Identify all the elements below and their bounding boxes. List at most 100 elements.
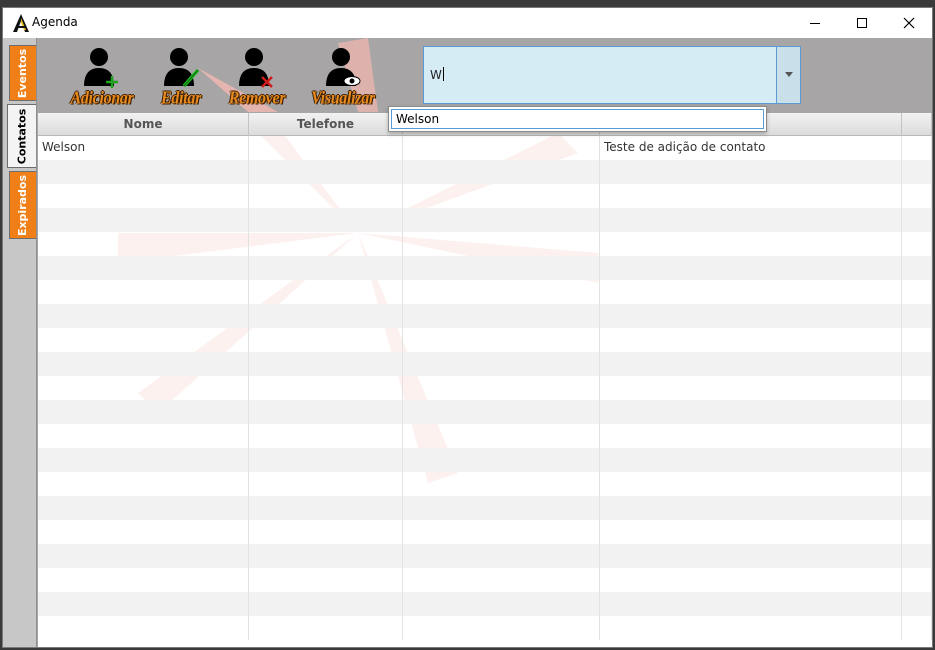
table-cell-empty <box>38 616 249 640</box>
table-cell-empty <box>38 256 249 280</box>
table-row-empty <box>38 616 932 640</box>
table-cell-empty <box>38 544 249 568</box>
table-row[interactable]: Welson Teste de adição de contato <box>38 136 932 160</box>
tab-contatos-label: Contatos <box>15 108 29 164</box>
table-cell-empty <box>38 328 249 352</box>
table-cell-empty <box>600 520 902 544</box>
table-cell-empty <box>600 160 902 184</box>
minimize-icon <box>810 23 820 24</box>
table-cell-empty <box>600 280 902 304</box>
table-cell-empty <box>38 496 249 520</box>
table-cell-empty <box>249 256 403 280</box>
add-button[interactable]: Adicionar <box>66 42 138 108</box>
table-cell-empty <box>600 592 902 616</box>
table-cell-empty <box>600 328 902 352</box>
client-area: Eventos Contatos Expirados Adicionar Edi… <box>3 38 932 647</box>
add-contact-icon <box>84 48 118 88</box>
table-cell-empty <box>902 592 932 616</box>
maximize-icon <box>857 18 867 28</box>
table-cell-empty <box>38 352 249 376</box>
table-cell-empty <box>38 184 249 208</box>
table-cell-nome: Welson <box>38 136 249 160</box>
close-icon <box>903 17 915 29</box>
table-cell-empty <box>902 352 932 376</box>
close-button[interactable] <box>886 8 932 38</box>
table-cell-empty <box>902 544 932 568</box>
table-cell-empty <box>403 328 600 352</box>
table-cell-empty <box>249 424 403 448</box>
edit-button[interactable]: Editar <box>156 42 206 108</box>
table-cell-empty <box>249 592 403 616</box>
table-cell-empty <box>403 544 600 568</box>
table-cell-empty <box>600 568 902 592</box>
table-cell-empty <box>249 496 403 520</box>
table-row-empty <box>38 592 932 616</box>
table-cell-empty <box>38 208 249 232</box>
column-header-telefone[interactable]: Telefone <box>249 113 403 136</box>
view-button[interactable]: Visualizar <box>306 42 380 108</box>
table-cell-empty <box>38 448 249 472</box>
tab-contatos[interactable]: Contatos <box>7 104 36 168</box>
chevron-down-icon <box>785 72 793 77</box>
table-row-empty <box>38 280 932 304</box>
search-combo[interactable]: W <box>423 46 801 104</box>
table-cell-empty <box>902 208 932 232</box>
table-cell-empty <box>902 472 932 496</box>
table-cell-empty <box>902 400 932 424</box>
minimize-button[interactable] <box>792 8 838 38</box>
table-cell-empty <box>600 472 902 496</box>
autocomplete-option[interactable]: Welson <box>391 109 764 129</box>
table-cell-empty <box>902 304 932 328</box>
search-input[interactable]: W <box>430 67 444 82</box>
table-cell-empty <box>249 568 403 592</box>
title-bar[interactable]: Agenda <box>3 8 932 38</box>
table-row-empty <box>38 448 932 472</box>
table-cell-empty <box>403 352 600 376</box>
table-cell-empty <box>403 160 600 184</box>
table-cell-empty <box>249 352 403 376</box>
column-header-nome[interactable]: Nome <box>38 113 249 136</box>
table-cell-empty <box>38 376 249 400</box>
table-cell-empty <box>600 544 902 568</box>
search-input-value: W <box>430 68 442 82</box>
autocomplete-dropdown: Welson <box>388 106 767 132</box>
remove-button-label: Remover <box>228 89 286 108</box>
table-cell-empty <box>902 160 932 184</box>
table-cell-empty <box>249 376 403 400</box>
table-row-empty <box>38 496 932 520</box>
table-cell-empty <box>902 376 932 400</box>
table-cell-empty <box>600 304 902 328</box>
tab-expirados[interactable]: Expirados <box>9 171 36 239</box>
table-cell-empty <box>600 256 902 280</box>
table-cell-empty <box>403 424 600 448</box>
table-cell-empty <box>902 256 932 280</box>
table-cell-empty <box>403 304 600 328</box>
table-row-empty <box>38 424 932 448</box>
table-cell-empty <box>38 424 249 448</box>
tab-eventos[interactable]: Eventos <box>9 45 36 101</box>
table-row-empty <box>38 376 932 400</box>
table-row-empty <box>38 400 932 424</box>
table-cell-empty <box>38 232 249 256</box>
maximize-button[interactable] <box>839 8 885 38</box>
table-cell-empty <box>403 280 600 304</box>
table-cell-empty <box>403 616 600 640</box>
column-header-filler <box>902 113 932 136</box>
table-cell-3 <box>403 136 600 160</box>
table-cell-empty <box>38 400 249 424</box>
tab-expirados-label: Expirados <box>16 174 30 236</box>
table-row-empty <box>38 256 932 280</box>
table-row-empty <box>38 568 932 592</box>
table-cell-empty <box>403 520 600 544</box>
remove-contact-icon <box>239 48 273 88</box>
table-row-empty <box>38 544 932 568</box>
table-cell-empty <box>38 304 249 328</box>
table-cell-empty <box>403 592 600 616</box>
remove-button[interactable]: Remover <box>223 42 291 108</box>
table-cell-empty <box>38 592 249 616</box>
table-row-empty <box>38 472 932 496</box>
table-row-empty <box>38 520 932 544</box>
table-cell-empty <box>249 280 403 304</box>
table-cell-empty <box>902 616 932 640</box>
combo-dropdown-button[interactable] <box>776 47 800 103</box>
